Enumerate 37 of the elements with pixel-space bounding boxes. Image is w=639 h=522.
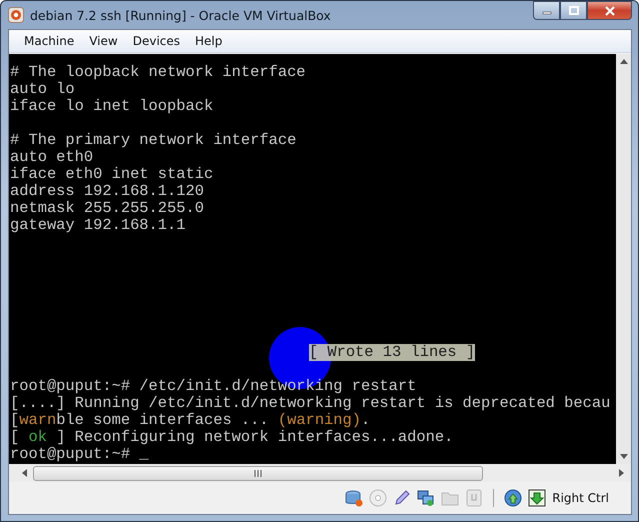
terminal-line: gateway 192.168.1.1 bbox=[10, 217, 186, 234]
menu-item[interactable]: Devices bbox=[126, 34, 188, 48]
menu-item[interactable]: Machine bbox=[17, 34, 82, 48]
pen-icon[interactable] bbox=[393, 489, 412, 507]
mouse-capture-icon[interactable] bbox=[528, 489, 546, 507]
scroll-right-icon[interactable] bbox=[619, 469, 625, 477]
horizontal-scrollbar[interactable] bbox=[9, 464, 631, 482]
host-key-label: Right Ctrl bbox=[552, 491, 609, 505]
scroll-down-icon[interactable] bbox=[620, 454, 628, 460]
scroll-thumb[interactable] bbox=[33, 466, 483, 480]
terminal-line: iface lo inet loopback bbox=[10, 98, 214, 115]
terminal-line: root@puput:~# _ bbox=[10, 446, 149, 463]
terminal-line: auto eth0 bbox=[10, 149, 94, 166]
status-message: [ Wrote 13 lines ] bbox=[308, 344, 476, 361]
menu-item[interactable]: View bbox=[82, 34, 126, 48]
terminal-line: auto lo bbox=[10, 81, 75, 98]
terminal-line: root@puput:~# /etc/init.d/networking restart bbox=[10, 378, 416, 395]
window-title: debian 7.2 ssh [Running] - Oracle VM VirtualBox bbox=[30, 8, 331, 22]
close-icon[interactable] bbox=[604, 6, 614, 16]
minimize-button[interactable] bbox=[533, 1, 560, 20]
scroll-up-icon[interactable] bbox=[620, 58, 628, 64]
close-button[interactable] bbox=[587, 1, 632, 20]
maximize-button[interactable] bbox=[560, 1, 587, 20]
terminal-line: # The loopback network interface bbox=[10, 64, 306, 81]
hard-disk-icon[interactable] bbox=[345, 489, 364, 507]
network-icon[interactable] bbox=[417, 489, 436, 507]
terminal-line: [ ok ] Reconfiguring network interfaces...adone. bbox=[10, 429, 454, 446]
app-icon bbox=[8, 7, 24, 23]
scroll-left-icon[interactable] bbox=[21, 469, 27, 477]
terminal-line: netmask 255.255.255.0 bbox=[10, 200, 204, 217]
terminal-line: [....] Running /etc/init.d/networking restart is deprecated becau bbox=[10, 395, 610, 412]
terminal-line: address 192.168.1.120 bbox=[10, 183, 204, 200]
terminal-line: iface eth0 inet static bbox=[10, 166, 214, 183]
terminal-line: [warnble some interfaces ... (warning). bbox=[10, 412, 370, 429]
terminal-line: # The primary network interface bbox=[10, 132, 296, 149]
vertical-scrollbar[interactable] bbox=[616, 54, 631, 464]
menu-item[interactable]: Help bbox=[188, 34, 230, 48]
